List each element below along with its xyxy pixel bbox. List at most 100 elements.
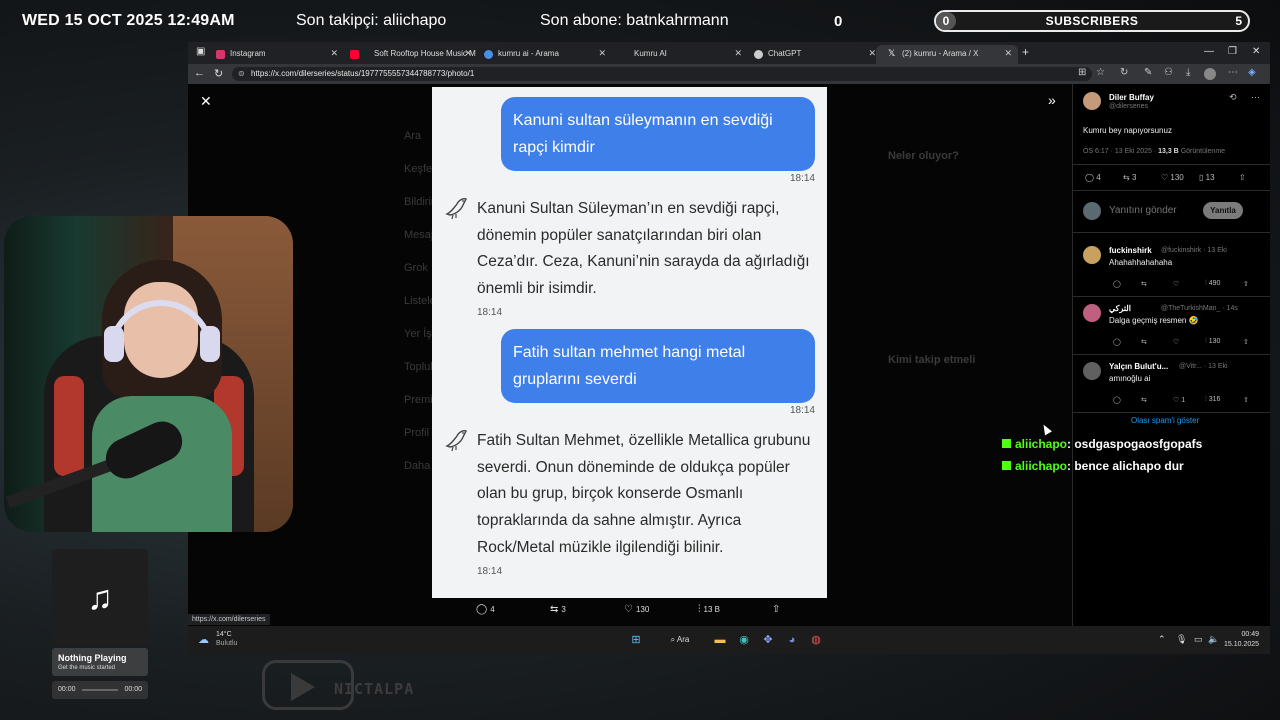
repost-icon[interactable]: ⇆	[1141, 338, 1147, 346]
taskbar-search[interactable]: ⌕ Ara	[660, 633, 700, 647]
obs-icon[interactable]: ◍	[808, 632, 824, 648]
collections-icon[interactable]: ⚇	[1164, 67, 1173, 78]
reply-action[interactable]: ◯ 4	[476, 604, 495, 615]
close-icon[interactable]: ✕	[464, 48, 472, 59]
reply-avatar[interactable]	[1083, 246, 1101, 264]
more-options-icon[interactable]: ⋯	[1251, 92, 1260, 103]
close-icon[interactable]: ✕	[330, 48, 338, 59]
subscriber-goal-bar: 0 SUBSCRIBERS 5	[934, 10, 1250, 32]
profile-avatar[interactable]	[1204, 68, 1216, 80]
reply-like[interactable]: ♡	[1173, 280, 1179, 288]
repost-action[interactable]: ⇆ 3	[550, 604, 566, 615]
reply-avatar[interactable]	[1083, 304, 1101, 322]
chat-username[interactable]: aliichapo	[1015, 459, 1067, 473]
bot-answer-text: Kanuni Sultan Süleyman’ın en sevdiği rap…	[477, 200, 810, 298]
chat-username[interactable]: aliichapo	[1015, 437, 1067, 451]
show-spam-link[interactable]: Olası spam'i göster	[1131, 416, 1199, 425]
close-icon[interactable]: ✕	[734, 48, 742, 59]
reply-views[interactable]: ⫶ 490	[1205, 280, 1220, 288]
share-action[interactable]: ⇧	[772, 604, 783, 615]
tweet-bookmark-stat[interactable]: ▯ 13	[1199, 173, 1215, 182]
tweet-repost-stat[interactable]: ⇆ 3	[1123, 173, 1136, 182]
share-icon[interactable]: ⇧	[1243, 396, 1249, 404]
reply-views[interactable]: ⫶ 130	[1205, 338, 1220, 346]
share-icon[interactable]: ⇧	[1243, 338, 1249, 346]
close-photo-icon[interactable]: ✕	[200, 93, 212, 110]
windows-start-icon[interactable]: ⊞	[628, 632, 644, 648]
grok-icon[interactable]: ⟲	[1229, 92, 1237, 103]
close-icon[interactable]: ✕	[868, 48, 876, 59]
edge-icon[interactable]: ◉	[736, 632, 752, 648]
favorite-star-icon[interactable]: ☆	[1096, 67, 1105, 78]
reply-avatar[interactable]	[1083, 362, 1101, 380]
tweet-reply-stat[interactable]: ◯ 4	[1085, 173, 1101, 182]
reply-author[interactable]: التركي	[1109, 304, 1131, 313]
menu-dots-icon[interactable]: ⋯	[1228, 67, 1238, 78]
close-icon[interactable]: ✕	[598, 48, 606, 59]
tab-chatgpt[interactable]: ChatGPT ✕	[742, 45, 882, 64]
file-explorer-icon[interactable]: ▬	[712, 632, 728, 648]
reply-like[interactable]: ♡	[1173, 338, 1179, 346]
reply-icon[interactable]: ◯	[1113, 338, 1121, 346]
reply-button[interactable]: Yanıtla	[1203, 202, 1243, 219]
taskbar-clock[interactable]: 00:49 15.10.2025	[1224, 630, 1259, 650]
chat-text: : bence alichapo dur	[1067, 459, 1184, 473]
url-field[interactable]: ⊜ https://x.com/dilerseries/status/19777…	[232, 67, 1092, 81]
reply-like[interactable]: ♡ 1	[1173, 396, 1185, 404]
tab-x-kumru[interactable]: 𝕏 (2) kumru - Arama / X ✕	[876, 45, 1018, 64]
reply-input[interactable]	[1109, 205, 1199, 216]
app-icon[interactable]: ✥	[760, 632, 776, 648]
repost-count: 3	[1131, 173, 1137, 182]
close-window-icon[interactable]: ✕	[1252, 46, 1260, 57]
microphone-icon[interactable]: 🎙	[1176, 634, 1187, 645]
like-action[interactable]: ♡ 130	[624, 604, 649, 615]
repost-icon[interactable]: ⇆	[1141, 396, 1147, 404]
message-time: 18:14	[477, 566, 503, 577]
weather-desc: Bulutlu	[216, 640, 238, 647]
share-icon[interactable]: ⇧	[1243, 280, 1249, 288]
message-time: 18:14	[789, 405, 815, 416]
volume-icon[interactable]: 🔈	[1208, 634, 1219, 645]
new-tab-icon[interactable]: +	[1022, 45, 1029, 59]
back-icon[interactable]: ←	[194, 67, 205, 79]
dim-nav-item: Grok	[404, 262, 428, 274]
refresh-extension-icon[interactable]: ↻	[1120, 67, 1128, 78]
now-playing-info: Nothing Playing Get the music started	[52, 648, 148, 676]
tweet-photo[interactable]: Kanuni sultan süleymanın en sevdiği rapç…	[432, 87, 827, 598]
tray-chevron-icon[interactable]: ⌃	[1158, 634, 1166, 645]
now-playing-subtitle: Get the music started	[58, 665, 116, 671]
display-icon[interactable]: ▭	[1194, 634, 1203, 645]
tab-youtube-music[interactable]: Soft Rooftop House Music M ✕	[338, 45, 478, 64]
reply-views[interactable]: ⫶ 316	[1205, 396, 1220, 404]
tab-instagram[interactable]: Instagram ✕	[204, 45, 344, 64]
author-avatar[interactable]	[1083, 92, 1101, 110]
my-avatar[interactable]	[1083, 202, 1101, 220]
reply-author[interactable]: fuckinshirk	[1109, 246, 1152, 255]
repost-icon[interactable]: ⇆	[1141, 280, 1147, 288]
overlay-datetime: WED 15 OCT 2025 12:49AM	[22, 12, 235, 29]
extension-icon[interactable]: ✎	[1144, 67, 1152, 78]
reply-icon[interactable]: ◯	[1113, 396, 1121, 404]
tab-kumru-search[interactable]: kumru ai - Arama ✕	[472, 45, 612, 64]
tweet-like-stat[interactable]: ♡ 130	[1161, 173, 1184, 182]
copilot-icon[interactable]: ◈	[1248, 67, 1256, 78]
heart-icon: ♡	[624, 604, 633, 615]
share-icon[interactable]: ⇧	[1239, 173, 1246, 182]
views-action[interactable]: ⫶ 13 B	[698, 604, 720, 615]
close-icon[interactable]: ✕	[1004, 48, 1012, 59]
tab-kumru-ai[interactable]: Kumru AI ✕	[608, 45, 748, 64]
expand-panel-icon[interactable]: »	[1048, 92, 1056, 108]
dim-nav-item: Ara	[404, 130, 422, 142]
reply-icon[interactable]: ◯	[1113, 280, 1121, 288]
reply-author[interactable]: Yalçın Bulut'u...	[1109, 362, 1168, 371]
author-handle[interactable]: @dilerseries	[1109, 103, 1148, 110]
author-name[interactable]: Diler Buffay	[1109, 93, 1154, 102]
reply-handle: @TheTurkishMan_ · 14s	[1161, 305, 1238, 312]
minimize-icon[interactable]: —	[1204, 46, 1214, 57]
downloads-icon[interactable]: ⤓	[1186, 67, 1190, 78]
reload-icon[interactable]: ↻	[214, 67, 223, 80]
restore-icon[interactable]: ❐	[1228, 46, 1237, 57]
message-time: 18:14	[789, 173, 815, 184]
discord-icon[interactable]: ◕	[784, 632, 800, 648]
apps-icon[interactable]: ⊞	[1078, 67, 1086, 78]
